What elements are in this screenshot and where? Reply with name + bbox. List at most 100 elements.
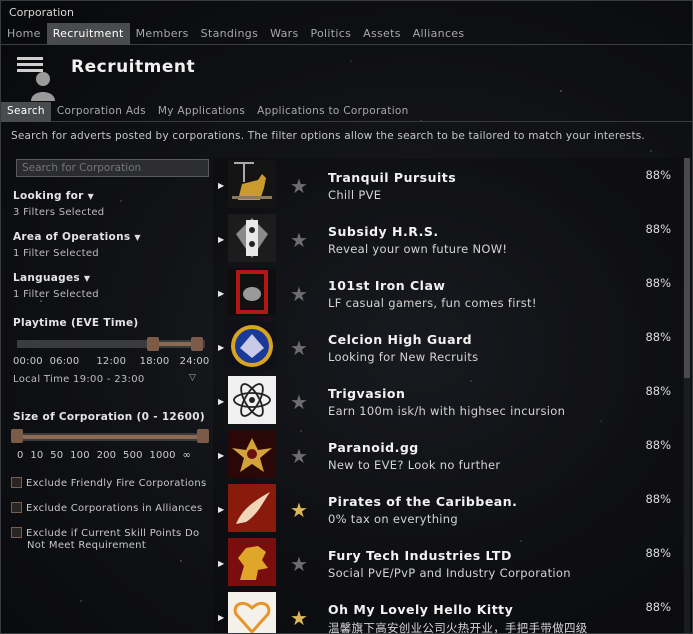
match-percentage: 88%	[645, 384, 671, 398]
list-item[interactable]: ▶ ★ Subsidy H.R.S. Reveal your own futur…	[213, 212, 683, 266]
expand-arrow-icon[interactable]: ▶	[218, 613, 224, 622]
match-percentage: 88%	[645, 222, 671, 236]
languages-dropdown[interactable]: Languages ▼	[13, 272, 90, 284]
time-zone-icon[interactable]: ▽	[189, 373, 196, 383]
corporation-name[interactable]: Subsidy H.R.S.	[328, 224, 439, 239]
corporation-size-label: Size of Corporation (0 - 12600)	[13, 411, 205, 423]
expand-arrow-icon[interactable]: ▶	[218, 343, 224, 352]
star-icon[interactable]: ★	[290, 606, 308, 630]
expand-arrow-icon[interactable]: ▶	[218, 289, 224, 298]
exclude-friendly-fire-checkbox[interactable]: Exclude Friendly Fire Corporations	[11, 477, 207, 489]
corporation-tagline: 温馨旗下高安创业公司火热开业，手把手带做四级	[328, 621, 588, 634]
star-icon[interactable]: ★	[290, 336, 308, 360]
expand-arrow-icon[interactable]: ▶	[218, 181, 224, 190]
exclude-alliances-checkbox[interactable]: Exclude Corporations in Alliances	[11, 502, 203, 514]
atom-logo	[228, 376, 276, 424]
exclude-skill-points-checkbox[interactable]: Exclude if Current Skill Points Do	[11, 527, 199, 539]
corporation-window: Corporation Home Recruitment Members Sta…	[0, 0, 693, 634]
tab-members[interactable]: Members	[130, 23, 195, 45]
list-item[interactable]: ▶ ★ Pirates of the Caribbean. 0% tax on …	[213, 482, 683, 536]
list-item[interactable]: ▶ ★ Celcion High Guard Looking for New R…	[213, 320, 683, 374]
star-icon[interactable]: ★	[290, 498, 308, 522]
match-percentage: 88%	[645, 600, 671, 614]
tab-my-applications[interactable]: My Applications	[152, 102, 251, 122]
corporation-name[interactable]: Fury Tech Industries LTD	[328, 548, 512, 563]
looking-for-dropdown[interactable]: Looking for ▼	[13, 190, 94, 202]
list-item[interactable]: ▶ ★ Oh My Lovely Hello Kitty 温馨旗下高安创业公司火…	[213, 590, 683, 634]
match-percentage: 88%	[645, 546, 671, 560]
star-icon[interactable]: ★	[290, 282, 308, 306]
tab-search[interactable]: Search	[1, 102, 51, 122]
wing-logo	[228, 484, 276, 532]
expand-arrow-icon[interactable]: ▶	[218, 505, 224, 514]
winged-emblem-logo	[228, 430, 276, 478]
corporation-tagline: Chill PVE	[328, 188, 382, 202]
tick-label: 200	[96, 450, 117, 461]
corporation-name[interactable]: Celcion High Guard	[328, 332, 472, 347]
checkbox-box[interactable]	[11, 502, 22, 513]
tab-standings[interactable]: Standings	[195, 23, 264, 45]
top-navigation: Home Recruitment Members Standings Wars …	[1, 23, 692, 45]
tick-label: ∞	[182, 450, 192, 461]
tab-home[interactable]: Home	[1, 23, 47, 45]
tab-corporation-ads[interactable]: Corporation Ads	[51, 102, 152, 122]
expand-arrow-icon[interactable]: ▶	[218, 451, 224, 460]
star-icon[interactable]: ★	[290, 174, 308, 198]
results-scrollbar[interactable]	[684, 158, 690, 633]
star-icon[interactable]: ★	[290, 444, 308, 468]
looking-for-value: 3 Filters Selected	[13, 207, 105, 218]
tick-label: 1000	[149, 450, 176, 461]
list-item[interactable]: ▶ ★ Fury Tech Industries LTD Social PvE/…	[213, 536, 683, 590]
playtime-label: Playtime (EVE Time)	[13, 317, 139, 329]
checkbox-box[interactable]	[11, 527, 22, 538]
looking-for-label: Looking for	[13, 190, 84, 202]
results-list: ▶ ★ Tranquil Pursuits Chill PVE 88% ▶ ★ …	[213, 158, 683, 634]
tab-alliances[interactable]: Alliances	[407, 23, 471, 45]
size-slider-end-handle[interactable]	[197, 429, 209, 443]
list-item[interactable]: ▶ ★ 101st Iron Claw LF casual gamers, fu…	[213, 266, 683, 320]
playtime-slider-start-handle[interactable]	[147, 337, 159, 351]
corporation-name[interactable]: Oh My Lovely Hello Kitty	[328, 602, 513, 617]
tab-applications-to-corporation[interactable]: Applications to Corporation	[251, 102, 414, 122]
tab-recruitment[interactable]: Recruitment	[46, 23, 130, 45]
corporation-name[interactable]: Paranoid.gg	[328, 440, 419, 455]
tick-label: 50	[50, 450, 64, 461]
window-title: Corporation	[9, 6, 74, 19]
size-slider-start-handle[interactable]	[11, 429, 23, 443]
area-label: Area of Operations	[13, 231, 131, 243]
local-time-readout: Local Time 19:00 - 23:00	[13, 374, 145, 385]
corporation-search-input[interactable]	[16, 159, 209, 177]
match-percentage: 88%	[645, 438, 671, 452]
tab-politics[interactable]: Politics	[304, 23, 357, 45]
playtime-slider-end-handle[interactable]	[191, 337, 203, 351]
tick-label: 06:00	[49, 356, 80, 367]
list-item[interactable]: ▶ ★ Trigvasion Earn 100m isk/h with high…	[213, 374, 683, 428]
corporation-tagline: Reveal your own future NOW!	[328, 242, 508, 256]
rearing-horse-logo	[228, 538, 276, 586]
star-icon[interactable]: ★	[290, 228, 308, 252]
page-header: Recruitment	[1, 45, 692, 101]
recruitment-icon	[17, 57, 55, 101]
expand-arrow-icon[interactable]: ▶	[218, 235, 224, 244]
corporation-name[interactable]: Tranquil Pursuits	[328, 170, 456, 185]
list-item[interactable]: ▶ ★ Paranoid.gg New to EVE? Look no furt…	[213, 428, 683, 482]
corporation-name[interactable]: 101st Iron Claw	[328, 278, 445, 293]
expand-arrow-icon[interactable]: ▶	[218, 559, 224, 568]
tab-wars[interactable]: Wars	[264, 23, 304, 45]
playtime-ticks: 00:00 06:00 12:00 18:00 24:00	[13, 356, 209, 367]
corporation-name[interactable]: Trigvasion	[328, 386, 405, 401]
star-icon[interactable]: ★	[290, 552, 308, 576]
expand-arrow-icon[interactable]: ▶	[218, 397, 224, 406]
corporation-name[interactable]: Pirates of the Caribbean.	[328, 494, 517, 509]
scrollbar-thumb[interactable]	[684, 158, 690, 378]
star-icon[interactable]: ★	[290, 390, 308, 414]
horse-statue-logo	[228, 160, 276, 208]
page-title: Recruitment	[71, 57, 196, 77]
corporation-tagline: LF casual gamers, fun comes first!	[328, 296, 537, 310]
checkbox-label: Exclude Friendly Fire Corporations	[26, 478, 207, 489]
tab-assets[interactable]: Assets	[357, 23, 407, 45]
checkbox-box[interactable]	[11, 477, 22, 488]
list-item[interactable]: ▶ ★ Tranquil Pursuits Chill PVE 88%	[213, 158, 683, 212]
tick-label: 18:00	[139, 356, 170, 367]
area-of-operations-dropdown[interactable]: Area of Operations ▼	[13, 231, 141, 243]
